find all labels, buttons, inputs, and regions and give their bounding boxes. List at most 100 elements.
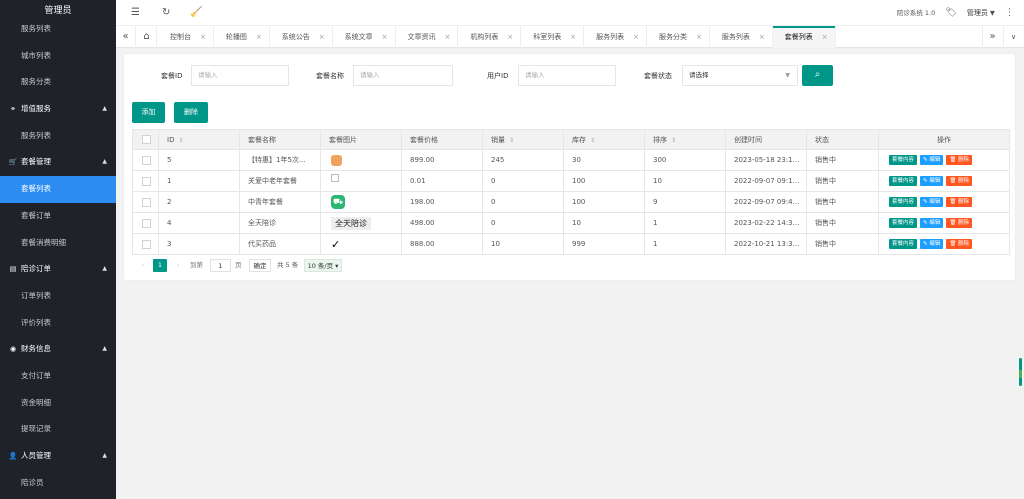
clear-cache-icon[interactable]: 🧹 [190, 0, 202, 26]
add-button[interactable]: 添加 [132, 102, 165, 123]
sidebar-group[interactable]: ▤ 陪诊订单 ▲ [0, 256, 116, 283]
col-stock[interactable]: 库存 ⇕ [563, 129, 645, 150]
package-content-button[interactable]: 套餐内容 [889, 239, 918, 249]
delete-row-button[interactable]: 🗑 删除 [946, 197, 973, 207]
goto-page-input[interactable]: 1 [210, 259, 231, 272]
select-all-checkbox[interactable] [132, 129, 159, 150]
package-status-select[interactable]: 请选择 ▼ [682, 65, 798, 86]
edit-button[interactable]: ✎ 编辑 [920, 218, 944, 228]
close-icon[interactable]: × [382, 33, 388, 41]
delete-button[interactable]: 删除 [174, 102, 208, 123]
sidebar-item[interactable]: 套餐订单 [0, 203, 116, 230]
tab[interactable]: 科室列表 × [521, 26, 585, 48]
sidebar-item[interactable]: 订单列表 [0, 283, 116, 310]
tab[interactable]: 服务分类 × [647, 26, 710, 48]
menu-toggle-icon[interactable]: ☰ [131, 0, 140, 26]
row-checkbox[interactable] [132, 191, 159, 213]
close-icon[interactable]: × [507, 33, 513, 41]
chevron-up-icon: ▲ [102, 345, 107, 353]
sort-icon[interactable]: ⇕ [590, 137, 595, 144]
sidebar-item[interactable]: 城市列表 [0, 43, 116, 70]
package-content-button[interactable]: 套餐内容 [889, 218, 918, 228]
user-menu[interactable]: 管理员 ▼ [967, 9, 995, 17]
close-icon[interactable]: × [319, 33, 325, 41]
sidebar-item[interactable]: 提现记录 [0, 416, 116, 443]
scrollbar-thumb[interactable] [1019, 370, 1022, 378]
close-icon[interactable]: × [696, 33, 702, 41]
package-id-input[interactable]: 请输入 [191, 65, 289, 86]
tab-label: 科室列表 [533, 33, 562, 41]
close-icon[interactable]: × [570, 33, 576, 41]
prev-page-icon[interactable]: ‹ [138, 259, 148, 272]
package-content-button[interactable]: 套餐内容 [889, 176, 918, 186]
delete-row-button[interactable]: 🗑 删除 [946, 176, 973, 186]
package-name-input[interactable]: 请输入 [353, 65, 453, 86]
tab[interactable]: 控制台 × [158, 26, 214, 48]
edit-button[interactable]: ✎ 编辑 [920, 155, 944, 165]
close-icon[interactable]: × [256, 33, 262, 41]
close-icon[interactable]: × [200, 33, 206, 41]
search-button[interactable]: ⌕ [802, 65, 833, 86]
package-image [320, 149, 402, 171]
tab-scroll-right-icon[interactable]: » [982, 26, 1002, 48]
sidebar-item[interactable]: 服务列表 [0, 123, 116, 150]
tab[interactable]: 套餐列表 × [772, 26, 836, 48]
user-id-input[interactable]: 请输入 [518, 65, 616, 86]
sidebar-item[interactable]: 套餐消费明细 [0, 230, 116, 257]
tab-scroll-left-icon[interactable]: « [116, 26, 136, 48]
row-checkbox[interactable] [132, 149, 159, 171]
next-page-icon[interactable]: › [173, 259, 183, 272]
tab[interactable]: 服务列表 × [710, 26, 773, 48]
page-1-button[interactable]: 1 [153, 259, 167, 272]
tab[interactable]: 系统文章 × [333, 26, 396, 48]
sidebar-item[interactable]: 服务分类 [0, 69, 116, 96]
tag-icon[interactable]: 🏷 [945, 8, 956, 18]
delete-row-button[interactable]: 🗑 删除 [946, 239, 973, 249]
sidebar-item[interactable]: 陪诊员 [0, 470, 116, 497]
edit-button[interactable]: ✎ 编辑 [920, 197, 944, 207]
cell-price: 498.00 [401, 212, 483, 234]
col-id[interactable]: ID ⇕ [158, 129, 240, 150]
row-checkbox[interactable] [132, 233, 159, 255]
sort-icon[interactable]: ⇕ [509, 137, 514, 144]
row-checkbox[interactable] [132, 170, 159, 192]
home-icon[interactable]: ⌂ [137, 26, 157, 48]
delete-row-button[interactable]: 🗑 删除 [946, 218, 973, 228]
col-sales[interactable]: 销量 ⇕ [482, 129, 564, 150]
sidebar-item[interactable]: 服务列表 [0, 16, 116, 43]
close-icon[interactable]: × [633, 33, 639, 41]
sidebar-item[interactable]: 套餐列表 [0, 176, 116, 203]
tab[interactable]: 系统公告 × [270, 26, 333, 48]
edit-button[interactable]: ✎ 编辑 [920, 176, 944, 186]
tab[interactable]: 机构列表 × [458, 26, 522, 48]
delete-row-button[interactable]: 🗑 删除 [946, 155, 973, 165]
close-icon[interactable]: × [822, 33, 828, 41]
tab[interactable]: 文章资讯 × [396, 26, 459, 48]
row-actions: 套餐内容 ✎ 编辑 🗑 删除 [878, 170, 1010, 192]
sidebar-group[interactable]: 🛒 套餐管理 ▲ [0, 149, 116, 176]
sidebar: 管理员 服务列表 城市列表 服务分类 ⚭ 增值服务 ▲ 服务列表 🛒 套餐管理 ▲ 套餐列表 套餐订单… [0, 0, 116, 499]
refresh-icon[interactable]: ↻ [162, 0, 170, 26]
sidebar-item[interactable]: 支付订单 [0, 363, 116, 390]
tab[interactable]: 轮播图 × [214, 26, 270, 48]
sidebar-group[interactable]: 👤 人员管理 ▲ [0, 443, 116, 470]
col-sort[interactable]: 排序 ⇕ [644, 129, 726, 150]
close-icon[interactable]: × [445, 33, 451, 41]
goto-confirm-button[interactable]: 确定 [249, 259, 271, 272]
package-content-button[interactable]: 套餐内容 [889, 155, 918, 165]
per-page-select[interactable]: 10 条/页 ▾ [304, 259, 342, 272]
sidebar-item[interactable]: 资金明细 [0, 390, 116, 417]
sidebar-group[interactable]: ◉ 财务信息 ▲ [0, 336, 116, 363]
tab[interactable]: 服务列表 × [584, 26, 647, 48]
tab-options-icon[interactable]: ∨ [1003, 26, 1023, 48]
close-icon[interactable]: × [759, 33, 765, 41]
sidebar-group[interactable]: ⚭ 增值服务 ▲ [0, 96, 116, 123]
sort-icon[interactable]: ⇕ [671, 137, 676, 144]
sidebar-item[interactable]: 评价列表 [0, 310, 116, 337]
sort-icon[interactable]: ⇕ [178, 137, 183, 144]
package-content-button[interactable]: 套餐内容 [889, 197, 918, 207]
more-icon[interactable]: ⋮ [1005, 8, 1014, 18]
row-checkbox[interactable] [132, 212, 159, 234]
edit-button[interactable]: ✎ 编辑 [920, 239, 944, 249]
cell-price: 899.00 [401, 149, 483, 171]
